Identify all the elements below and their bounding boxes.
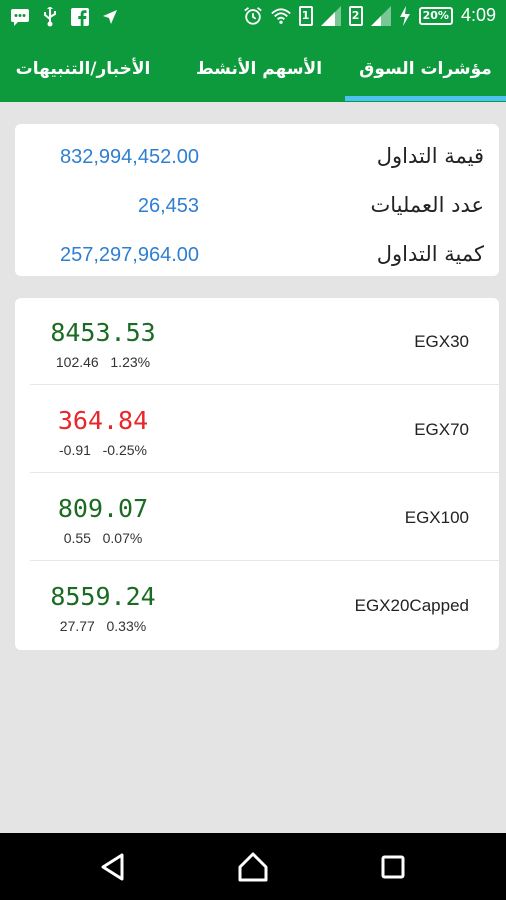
index-value: 809.07: [57, 494, 149, 523]
recents-button[interactable]: [375, 849, 411, 885]
divider: [30, 384, 499, 385]
charging-icon: [399, 5, 411, 26]
divider: [30, 560, 499, 561]
back-icon: [101, 853, 124, 881]
index-change-points: 0.55: [63, 530, 91, 546]
index-value: 8559.24: [50, 582, 156, 611]
summary-value: 257,297,964.00: [59, 244, 199, 266]
clock: 4:09: [460, 5, 496, 25]
facebook-icon: [70, 7, 90, 27]
sim1-icon: 1: [298, 5, 313, 26]
wifi-icon: [270, 6, 291, 26]
arrow-icon: [100, 7, 120, 27]
tab-market-indices[interactable]: مؤشرات السوق: [345, 36, 506, 102]
tab-news-alerts[interactable]: الأخبار/التنبيهات: [0, 36, 166, 102]
index-row-egx70[interactable]: 364.84 -0.91 -0.25% EGX70: [15, 386, 499, 473]
summary-label: كمية التداول: [376, 242, 484, 266]
message-icon: [10, 7, 30, 27]
home-button[interactable]: [235, 849, 271, 885]
battery-icon: 20%: [418, 6, 453, 25]
summary-label: عدد العمليات: [370, 193, 484, 217]
index-name: EGX100: [404, 508, 469, 527]
index-change-percent: -0.25%: [102, 442, 147, 458]
index-change: 0.55 0.07%: [33, 530, 173, 546]
summary-row-transactions: عدد العمليات 26,453: [15, 187, 499, 227]
index-change-percent: 0.07%: [102, 530, 143, 546]
summary-label: قيمة التداول: [376, 144, 484, 168]
index-name: EGX30: [414, 332, 469, 351]
signal-icon: [370, 5, 391, 26]
index-row-egx100[interactable]: 809.07 0.55 0.07% EGX100: [15, 474, 499, 561]
index-row-egx20capped[interactable]: 8559.24 27.77 0.33% EGX20Capped: [15, 562, 499, 649]
summary-value: 832,994,452.00: [59, 146, 199, 168]
index-name: EGX20Capped: [354, 596, 469, 615]
index-change: 102.46 1.23%: [33, 354, 173, 370]
back-button[interactable]: [96, 849, 132, 885]
index-row-egx30[interactable]: 8453.53 102.46 1.23% EGX30: [15, 298, 499, 385]
home-icon: [238, 852, 268, 882]
summary-row-trading-value: قيمة التداول 832,994,452.00: [15, 138, 499, 178]
index-change-points: -0.91: [59, 442, 91, 458]
index-name: EGX70: [414, 420, 469, 439]
index-change: 27.77 0.33%: [33, 618, 173, 634]
indices-card: 8453.53 102.46 1.23% EGX30 364.84 -0.91 …: [15, 298, 499, 650]
index-change-points: 102.46: [55, 354, 99, 370]
summary-row-trading-volume: كمية التداول 257,297,964.00: [15, 236, 499, 276]
signal-icon: [320, 5, 341, 26]
index-change: -0.91 -0.25%: [33, 442, 173, 458]
tab-indicator: [345, 96, 506, 101]
tab-most-active[interactable]: الأسهم الأنشط: [176, 36, 342, 102]
tab-bar: الأخبار/التنبيهات الأسهم الأنشط مؤشرات ا…: [0, 36, 506, 102]
index-value: 8453.53: [50, 318, 156, 347]
index-change-points: 27.77: [59, 618, 95, 634]
divider: [30, 472, 499, 473]
sim2-icon: 2: [348, 5, 363, 26]
index-change-percent: 1.23%: [110, 354, 151, 370]
index-change-percent: 0.33%: [106, 618, 147, 634]
alarm-icon: [243, 6, 263, 26]
summary-value: 26,453: [137, 195, 199, 217]
navigation-bar: [0, 833, 506, 900]
recents-icon: [381, 855, 405, 879]
market-summary-card: قيمة التداول 832,994,452.00 عدد العمليات…: [15, 124, 499, 276]
status-bar: 1 2 20% 4:09: [0, 0, 506, 36]
index-value: 364.84: [57, 406, 149, 435]
usb-icon: [40, 7, 60, 27]
